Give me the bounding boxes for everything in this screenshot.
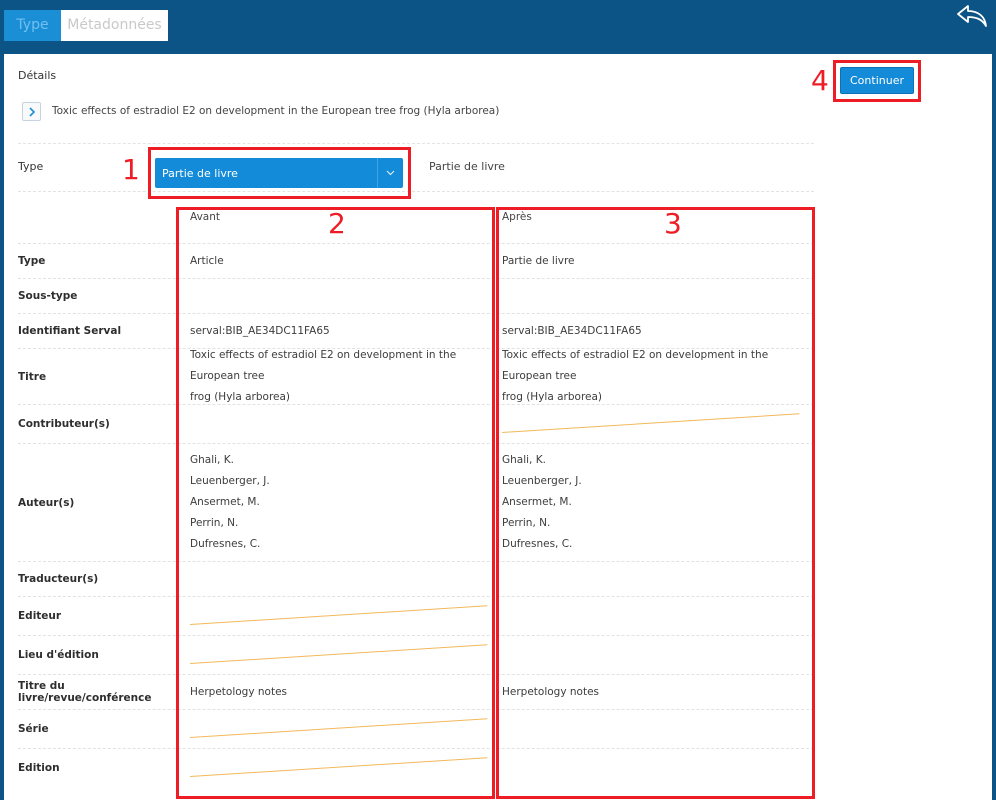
cell-text: Perrin, N. xyxy=(190,517,239,529)
table-row: Traducteur(s) xyxy=(18,561,814,596)
cell-text: serval:BIB_AE34DC11FA65 xyxy=(190,324,330,337)
type-label: Type xyxy=(18,160,44,173)
cell-before: Herpetology notes xyxy=(190,675,502,709)
removed-value-strike xyxy=(189,717,488,738)
cell-before xyxy=(189,710,502,748)
cell-before xyxy=(190,279,502,313)
cell-text: Perrin, N. xyxy=(502,517,551,529)
cell-text: Ghali, K. xyxy=(502,454,546,466)
row-label: Série xyxy=(18,723,49,735)
removed-value-strike xyxy=(189,643,488,664)
expand-details-button[interactable] xyxy=(22,102,41,121)
cell-text: Herpetology notes xyxy=(190,685,288,698)
row-label: Contributeur(s) xyxy=(18,418,110,430)
tab-metadonnees[interactable]: Métadonnées xyxy=(61,10,168,41)
cell-before xyxy=(190,405,502,443)
cell-text: Partie de livre xyxy=(502,254,575,267)
cell-before: Toxic effects of estradiol E2 on develop… xyxy=(190,349,502,404)
cell-text: Ansermet, M. xyxy=(190,496,260,508)
cell-text: Dufresnes, C. xyxy=(502,538,573,550)
row-label: Traducteur(s) xyxy=(18,573,99,585)
continue-button[interactable]: Continuer xyxy=(840,67,914,94)
cell-before: Article xyxy=(190,244,502,278)
main-panel: Détails Toxic effects of estradiol E2 on… xyxy=(4,54,992,800)
cell-before xyxy=(190,562,502,596)
chevron-right-icon xyxy=(28,106,35,117)
annotation-number-3: 3 xyxy=(664,207,682,240)
tab-bar: Type Métadonnées xyxy=(4,10,168,41)
cell-text: Leuenberger, J. xyxy=(502,475,582,487)
cell-after xyxy=(502,279,814,313)
cell-after: Ghali, K. Leuenberger, J. Ansermet, M. Perr… xyxy=(502,444,814,561)
table-row: Contributeur(s) xyxy=(18,404,814,443)
cell-text: Dufresnes, C. xyxy=(190,538,261,550)
column-header-after: Après xyxy=(502,211,532,223)
cell-after: Partie de livre xyxy=(502,244,814,278)
table-row: Edition xyxy=(18,748,814,787)
row-label: Lieu d'édition xyxy=(18,649,99,661)
tab-type[interactable]: Type xyxy=(4,10,61,41)
table-row: Titre du livre/revue/conférence Herpetolo… xyxy=(18,674,814,709)
type-current-value: Partie de livre xyxy=(429,160,505,173)
row-label: Type xyxy=(18,255,46,267)
table-row: Titre Toxic effects of estradiol E2 on de… xyxy=(18,348,814,404)
type-select[interactable]: Partie de livre xyxy=(155,158,403,188)
row-label: Titre du livre/revue/conférence xyxy=(18,680,152,704)
row-label: Auteur(s) xyxy=(18,496,75,509)
table-row: Identifiant Serval serval:BIB_AE34DC11FA6… xyxy=(18,313,814,348)
cell-before: serval:BIB_AE34DC11FA65 xyxy=(190,314,502,348)
cell-text: Article xyxy=(190,254,224,267)
cell-before: Ghali, K. Leuenberger, J. Ansermet, M. Perr… xyxy=(190,444,502,561)
removed-value-strike xyxy=(501,412,800,433)
table-row: Type Article Partie de livre xyxy=(18,243,814,278)
annotation-number-4: 4 xyxy=(811,64,829,97)
column-header-before: Avant xyxy=(190,211,220,223)
annotation-number-1: 1 xyxy=(122,153,140,186)
row-label: Edition xyxy=(18,762,60,774)
cell-text: Herpetology notes xyxy=(502,685,600,698)
cell-text: serval:BIB_AE34DC11FA65 xyxy=(502,324,642,337)
table-row: Lieu d'édition xyxy=(18,635,814,674)
row-label: Titre xyxy=(18,370,47,383)
cell-before xyxy=(189,597,502,635)
cell-after xyxy=(502,597,814,635)
cell-after: serval:BIB_AE34DC11FA65 xyxy=(502,314,814,348)
type-select-value: Partie de livre xyxy=(162,166,238,180)
annotation-number-2: 2 xyxy=(328,207,346,240)
cell-text: Toxic effects of estradiol E2 on develop… xyxy=(502,349,769,382)
chevron-down-icon xyxy=(377,158,403,188)
table-row: Sous-type xyxy=(18,278,814,313)
publication-title: Toxic effects of estradiol E2 on develop… xyxy=(52,105,500,117)
table-row: Editeur xyxy=(18,596,814,635)
cell-before xyxy=(189,749,502,787)
removed-value-strike xyxy=(189,604,488,625)
table-row: Auteur(s) Ghali, K. Leuenberger, J. Anserme… xyxy=(18,443,814,561)
details-heading: Détails xyxy=(18,69,57,82)
cell-after xyxy=(502,749,814,787)
table-header-row: Avant Après xyxy=(18,191,814,243)
cell-text: Ghali, K. xyxy=(190,454,234,466)
cell-after: Herpetology notes xyxy=(502,675,814,709)
row-label: Editeur xyxy=(18,610,62,622)
row-label: Identifiant Serval xyxy=(18,325,122,337)
back-arrow-icon[interactable] xyxy=(956,4,988,28)
cell-after xyxy=(502,710,814,748)
cell-after xyxy=(501,405,814,443)
divider xyxy=(18,143,814,144)
row-label: Sous-type xyxy=(18,290,78,302)
cell-after xyxy=(502,636,814,674)
cell-text: Toxic effects of estradiol E2 on develop… xyxy=(190,349,457,382)
removed-value-strike xyxy=(189,756,488,777)
cell-before xyxy=(189,636,502,674)
cell-text: Ansermet, M. xyxy=(502,496,572,508)
comparison-table: Avant Après Type Article Partie de livre So… xyxy=(18,191,814,787)
table-row: Série xyxy=(18,709,814,748)
cell-after xyxy=(502,562,814,596)
cell-after: Toxic effects of estradiol E2 on develop… xyxy=(502,349,814,404)
cell-text: Leuenberger, J. xyxy=(190,475,270,487)
